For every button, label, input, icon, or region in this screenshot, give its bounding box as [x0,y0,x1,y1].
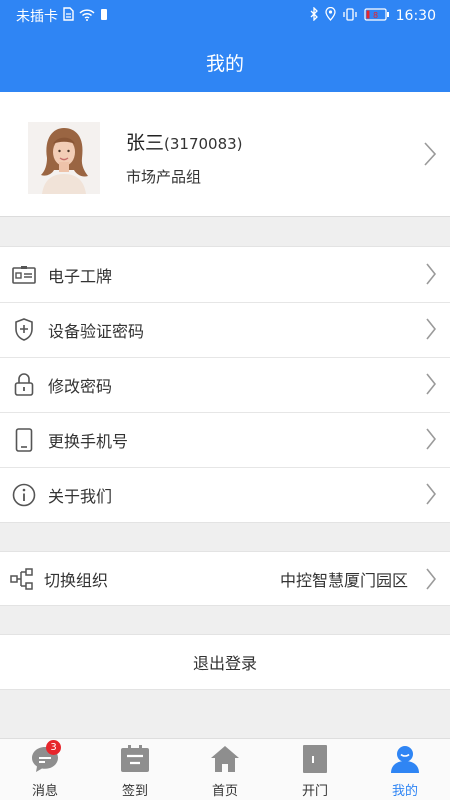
current-organization: 中控智慧厦门园区 [279,570,408,590]
door-icon [300,745,330,777]
phone-storage-icon [100,8,108,25]
chevron-right-icon [426,568,437,594]
chevron-right-icon [426,373,437,399]
tab-messages[interactable]: 3 消息 [0,739,90,800]
chevron-right-icon [426,428,437,454]
tab-mine[interactable]: 我的 [360,739,450,800]
menu-item-label: 更换手机号 [48,431,129,451]
chevron-right-icon [426,318,437,344]
switch-organization-label: 切换组织 [44,570,109,590]
profile-name: 张三 [126,132,165,154]
tab-check-in[interactable]: 签到 [90,739,180,800]
menu-item-label: 修改密码 [48,376,113,396]
chevron-right-icon [426,263,437,289]
battery-level-text: 8 [373,11,378,20]
settings-menu: 电子工牌 设备验证密码 修改密码 更换手机号 关于我们 [0,246,450,523]
chevron-right-icon [426,483,437,509]
menu-item-label: 电子工牌 [48,266,113,286]
sim-file-icon [63,7,74,25]
badge-card-icon [0,265,48,285]
battery-icon: 8 [364,7,390,25]
vibrate-icon [342,7,358,25]
menu-item-about-us[interactable]: 关于我们 [0,467,450,522]
status-bar: 未插卡 8 16:30 [0,0,450,32]
tab-label: 开门 [301,784,328,799]
profile-id: (3170083) [164,135,243,153]
menu-item-change-phone[interactable]: 更换手机号 [0,412,450,467]
menu-item-electronic-badge[interactable]: 电子工牌 [0,247,450,302]
profile-name-line: 张三(3170083) [126,128,243,155]
tab-label: 我的 [391,784,418,799]
logout-button[interactable]: 退出登录 [0,634,450,690]
tab-label: 消息 [31,784,58,799]
calendar-icon [120,745,150,777]
menu-item-change-password[interactable]: 修改密码 [0,357,450,412]
info-icon [0,483,48,507]
page-title: 我的 [205,52,244,75]
lock-icon [0,373,48,396]
shield-plus-icon [0,318,48,341]
header: 我的 [0,32,450,92]
tab-label: 签到 [121,784,148,799]
org-tree-icon [0,567,44,590]
profile-department: 市场产品组 [126,168,202,186]
user-icon [390,745,420,777]
menu-item-label: 设备验证密码 [48,321,145,341]
menu-item-device-password[interactable]: 设备验证密码 [0,302,450,357]
wifi-icon [79,8,95,25]
bottom-tab-bar: 3 消息 签到 首页 开门 我的 [0,738,450,800]
tab-open-door[interactable]: 开门 [270,739,360,800]
home-icon [210,745,240,777]
unread-badge: 3 [46,740,61,755]
bluetooth-icon [310,6,319,25]
tablet-icon [0,427,48,452]
avatar [28,122,100,194]
tab-home[interactable]: 首页 [180,739,270,800]
profile-card[interactable]: 张三(3170083) 市场产品组 [0,92,450,217]
carrier-label: 未插卡 [16,9,58,25]
chevron-right-icon [424,142,437,170]
tab-label: 首页 [211,784,238,799]
location-icon [324,6,336,25]
menu-item-label: 关于我们 [48,486,113,506]
clock: 16:30 [395,8,436,24]
switch-organization-row[interactable]: 切换组织 中控智慧厦门园区 [0,551,450,606]
